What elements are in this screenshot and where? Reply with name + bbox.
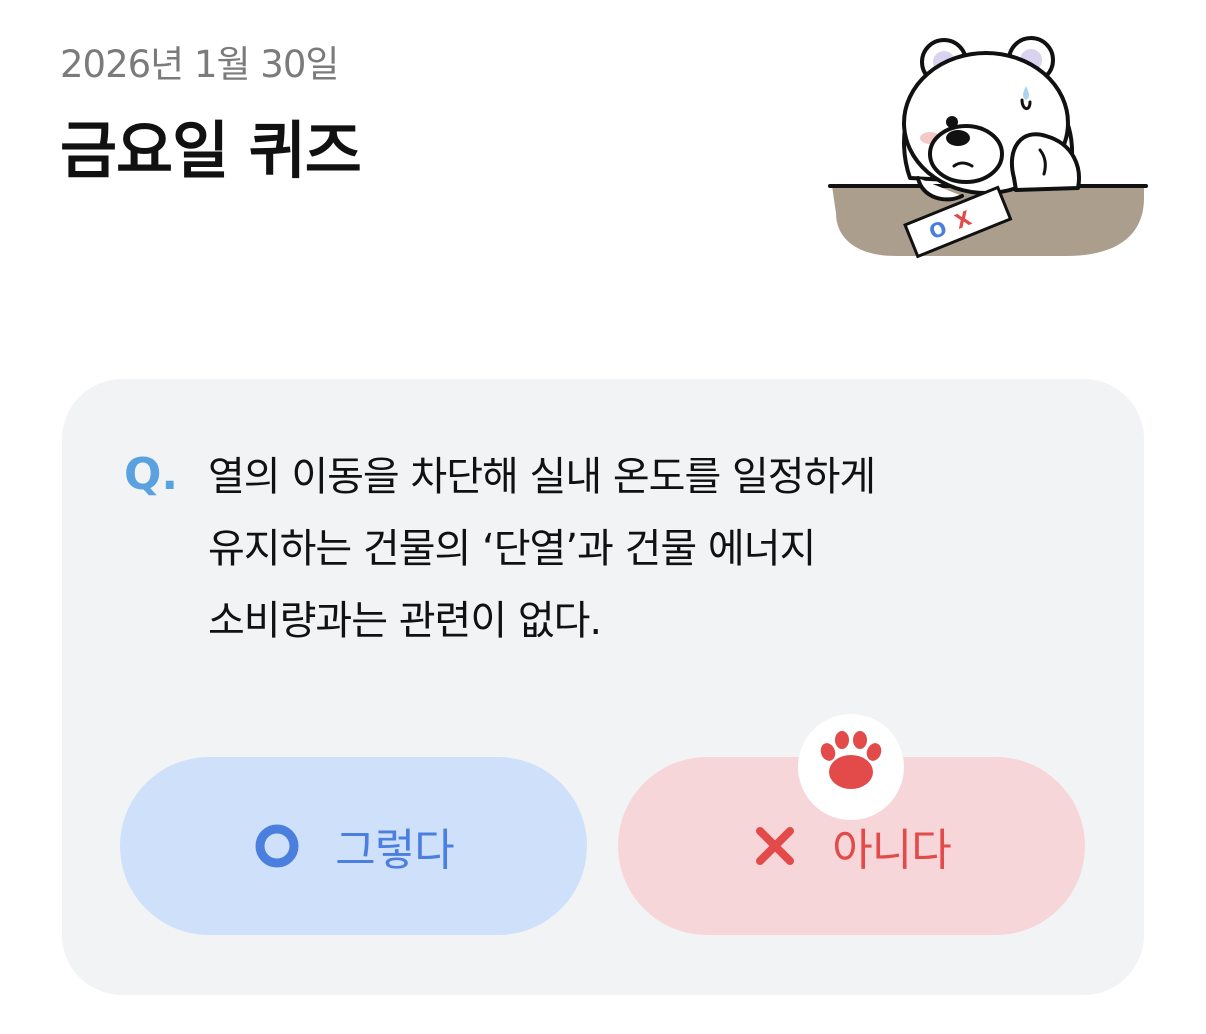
answer-no-label: 아니다 xyxy=(832,825,951,876)
answer-yes-label: 그렇다 xyxy=(335,825,454,876)
question-mark-label: Q. xyxy=(124,449,179,500)
quiz-date: 2026년 1월 30일 xyxy=(60,43,339,86)
paw-badge xyxy=(798,714,904,820)
question-text: 열의 이동을 차단해 실내 온도를 일정하게 유지하는 건물의 ‘단열’과 건물… xyxy=(208,454,876,644)
x-icon xyxy=(756,827,795,865)
quiz-card: Q. 열의 이동을 차단해 실내 온도를 일정하게 유지하는 건물의 ‘단열’과… xyxy=(62,379,1144,995)
page-title: 금요일 퀴즈 xyxy=(60,114,362,187)
polar-bear-mascot-icon: O X xyxy=(828,36,1148,259)
answer-yes-button[interactable]: 그렇다 xyxy=(120,757,587,935)
circle-o-icon xyxy=(255,824,299,868)
paw-icon xyxy=(820,731,882,789)
